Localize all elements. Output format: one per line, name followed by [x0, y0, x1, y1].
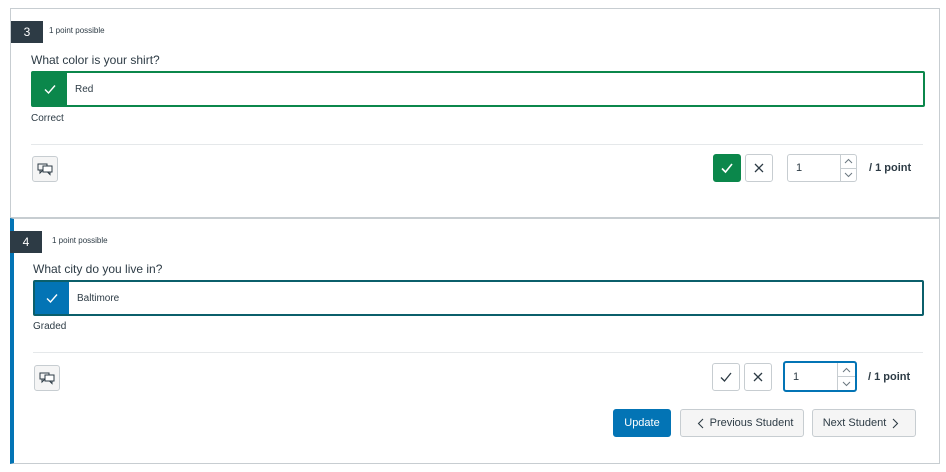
mark-correct-button[interactable]: [712, 363, 740, 391]
decrement-button[interactable]: [838, 376, 855, 390]
comment-button[interactable]: [34, 365, 60, 391]
comment-icon: [39, 371, 55, 385]
increment-button[interactable]: [838, 363, 855, 376]
points-possible: 1 point possible: [49, 26, 105, 35]
update-button[interactable]: Update: [613, 409, 671, 437]
x-icon: [753, 162, 765, 174]
answer-box: Baltimore: [33, 280, 924, 316]
divider: [33, 352, 923, 353]
mark-incorrect-button[interactable]: [745, 154, 773, 182]
increment-button[interactable]: [841, 155, 856, 168]
decrement-button[interactable]: [841, 167, 856, 182]
status-label: Graded: [33, 321, 67, 332]
question-card-3: 3 1 point possible What color is your sh…: [10, 8, 940, 218]
score-input[interactable]: [785, 363, 837, 390]
mark-correct-button[interactable]: [713, 154, 741, 182]
answer-text: Baltimore: [77, 292, 120, 304]
check-icon: [719, 370, 733, 384]
previous-student-label: Previous Student: [709, 417, 794, 429]
check-icon: [720, 161, 734, 175]
chevron-up-icon: [842, 367, 851, 373]
comment-button[interactable]: [32, 156, 58, 182]
question-number: 3: [11, 21, 43, 43]
question-text: What color is your shirt?: [31, 53, 160, 67]
next-student-button[interactable]: Next Student: [812, 409, 916, 437]
previous-student-button[interactable]: Previous Student: [680, 409, 804, 437]
status-label: Correct: [31, 113, 64, 124]
points-label: / 1 point: [868, 371, 911, 383]
mark-incorrect-button[interactable]: [744, 363, 772, 391]
check-icon: [35, 282, 69, 314]
points-possible: 1 point possible: [52, 236, 108, 245]
chevron-down-icon: [842, 381, 851, 387]
chevron-down-icon: [844, 172, 853, 178]
question-number: 4: [10, 231, 42, 253]
answer-box: Red: [31, 71, 925, 107]
divider: [31, 144, 923, 145]
question-card-4: 4 1 point possible What city do you live…: [10, 218, 940, 464]
score-stepper[interactable]: [787, 154, 857, 182]
chevron-left-icon: [697, 418, 704, 429]
chevron-up-icon: [844, 158, 853, 164]
score-input[interactable]: [788, 155, 840, 181]
score-stepper[interactable]: [783, 361, 857, 392]
chevron-right-icon: [892, 418, 899, 429]
comment-icon: [37, 162, 53, 176]
check-icon: [33, 73, 67, 105]
answer-text: Red: [75, 83, 94, 95]
question-text: What city do you live in?: [33, 262, 163, 276]
next-student-label: Next Student: [822, 417, 887, 429]
x-icon: [752, 371, 764, 383]
points-label: / 1 point: [869, 162, 912, 174]
